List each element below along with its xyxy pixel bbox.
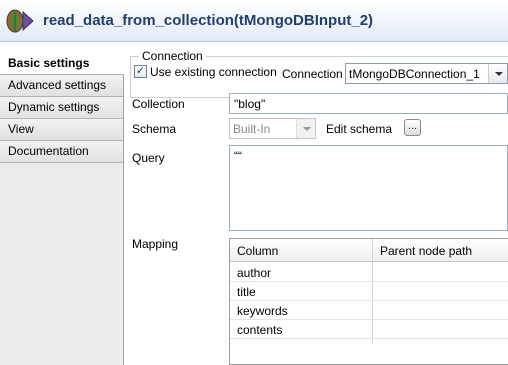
row-column-cell: keywords (237, 304, 288, 318)
query-label: Query (132, 151, 165, 165)
row-column-cell: title (237, 285, 256, 299)
use-existing-connection-checkbox[interactable]: ✓ (134, 65, 147, 78)
collection-label: Collection (132, 97, 185, 111)
column-header-column[interactable]: Column (237, 244, 278, 258)
component-title: read_data_from_collection(tMongoDBInput_… (43, 12, 374, 29)
collection-field-value: "blog" (234, 97, 266, 111)
use-existing-connection-label: Use existing connection (150, 65, 277, 79)
mapping-table-header: Column Parent node path (230, 239, 508, 262)
tab-dynamic-settings[interactable]: Dynamic settings (0, 97, 123, 119)
table-row[interactable]: keywords (230, 301, 508, 320)
query-textarea[interactable]: ““ (229, 145, 508, 231)
chevron-down-icon[interactable] (296, 119, 315, 138)
query-textarea-value: ““ (234, 149, 242, 163)
table-row[interactable]: title (230, 282, 508, 301)
settings-tab-list: Basic settings Advanced settings Dynamic… (0, 53, 124, 365)
table-row[interactable]: contents (230, 320, 508, 339)
edit-schema-label: Edit schema (326, 122, 393, 136)
mapping-label: Mapping (132, 237, 179, 251)
checkmark-icon: ✓ (135, 65, 146, 77)
tab-view[interactable]: View (0, 119, 123, 141)
mapping-table: Column Parent node path author title key… (229, 238, 508, 365)
connection-label: Connection (282, 67, 343, 81)
row-column-cell: author (237, 266, 272, 280)
column-header-parent-node-path[interactable]: Parent node path (380, 244, 472, 258)
component-title-bar: read_data_from_collection(tMongoDBInput_… (0, 0, 508, 42)
tab-advanced-settings[interactable]: Advanced settings (0, 75, 123, 97)
mongodb-input-component-icon (6, 9, 34, 33)
collection-field[interactable]: "blog" (229, 93, 508, 114)
schema-select[interactable]: Built-In (229, 118, 316, 139)
schema-label: Schema (132, 122, 177, 136)
row-column-cell: contents (237, 323, 283, 337)
schema-select-value: Built-In (233, 122, 271, 136)
connection-select-value: tMongoDBConnection_1 (349, 67, 480, 81)
edit-schema-button[interactable]: ... (404, 119, 421, 136)
table-row[interactable]: author (230, 263, 508, 282)
tab-documentation[interactable]: Documentation (0, 141, 123, 163)
connection-select[interactable]: tMongoDBConnection_1 (345, 63, 508, 84)
tab-basic-settings[interactable]: Basic settings (0, 53, 124, 75)
connection-group-title: Connection (139, 50, 206, 63)
chevron-down-icon[interactable] (488, 64, 507, 83)
